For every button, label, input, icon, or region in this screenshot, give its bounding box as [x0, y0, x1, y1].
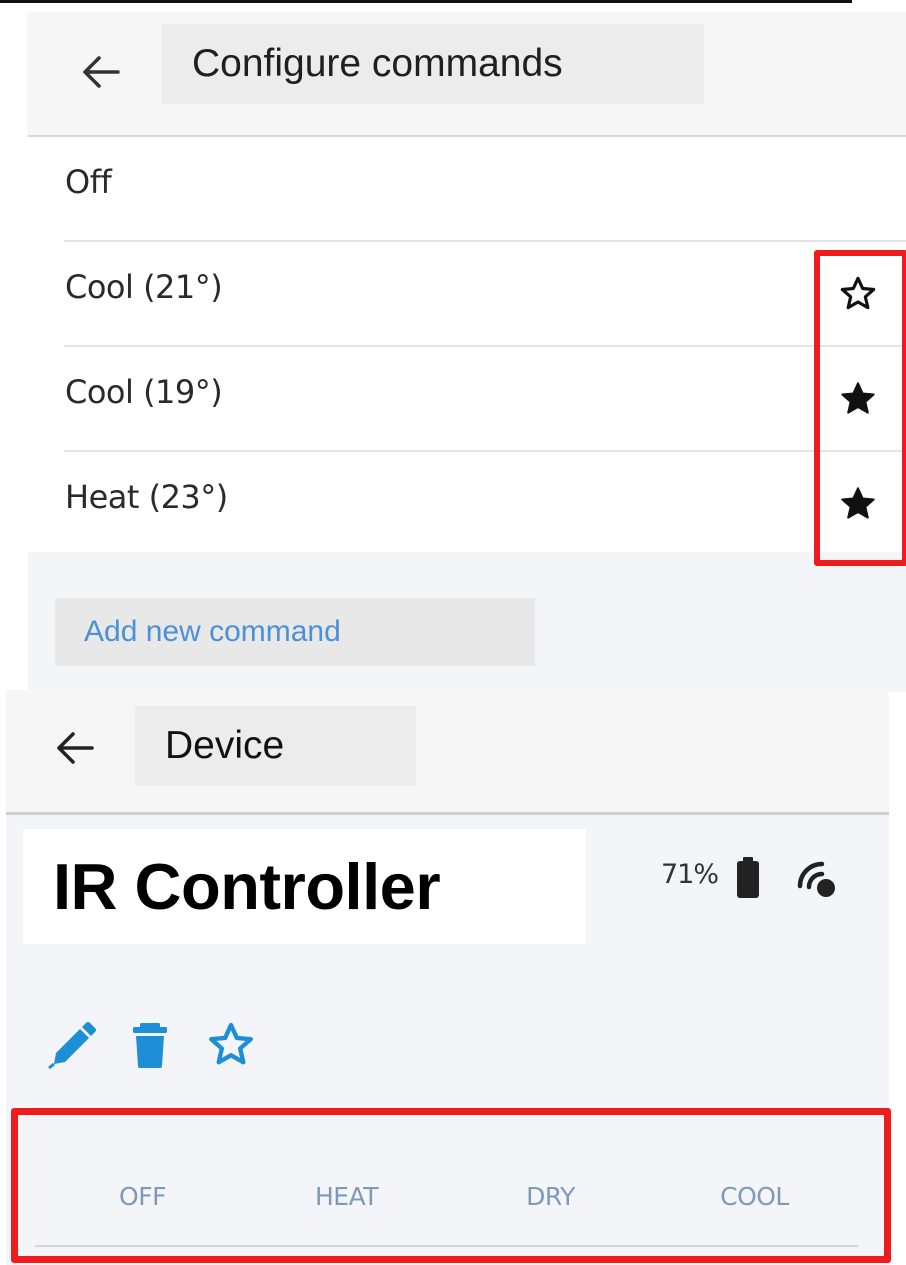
pencil-icon[interactable] — [46, 1020, 96, 1070]
command-label: Heat (23°) — [65, 478, 228, 516]
command-row-cool-21[interactable]: Cool (21°) — [28, 242, 906, 347]
device-name-container: IR Controller — [23, 829, 586, 944]
page-title: Device — [165, 724, 285, 767]
wireless-signal-icon — [796, 860, 838, 900]
command-list: Off Cool (21°) Cool (19°) Heat (23°) — [28, 137, 906, 552]
command-label: Cool (21°) — [65, 268, 223, 306]
command-row-cool-19[interactable]: Cool (19°) — [28, 347, 906, 452]
add-new-command-label: Add new command — [84, 615, 341, 648]
command-label: Cool (19°) — [65, 373, 223, 411]
device-screen: Device IR Controller 71% OFF HEAT DRY CO… — [6, 690, 891, 1265]
add-new-command-button[interactable]: Add new command — [55, 598, 535, 666]
trash-icon[interactable] — [129, 1020, 179, 1070]
device-name: IR Controller — [53, 850, 441, 923]
back-arrow-icon[interactable] — [80, 54, 120, 90]
command-row-off[interactable]: Off — [28, 137, 906, 242]
app-bar: Device — [6, 690, 889, 815]
star-outline-icon[interactable] — [206, 1020, 256, 1070]
page-title: Configure commands — [192, 42, 563, 85]
page-title-container: Configure commands — [162, 24, 704, 104]
command-label: Off — [65, 163, 112, 201]
app-bar: Configure commands — [28, 12, 906, 137]
page-title-container: Device — [135, 706, 416, 786]
battery-level: 71% — [661, 859, 719, 890]
back-arrow-icon[interactable] — [54, 730, 94, 766]
mode-tabs-highlight-box — [11, 1108, 891, 1263]
top-border-line — [0, 0, 852, 3]
battery-icon — [734, 856, 762, 900]
configure-commands-screen: Configure commands Off Cool (21°) Cool (… — [28, 12, 906, 692]
favorites-highlight-box — [814, 250, 906, 566]
command-row-heat-23[interactable]: Heat (23°) — [28, 452, 906, 557]
